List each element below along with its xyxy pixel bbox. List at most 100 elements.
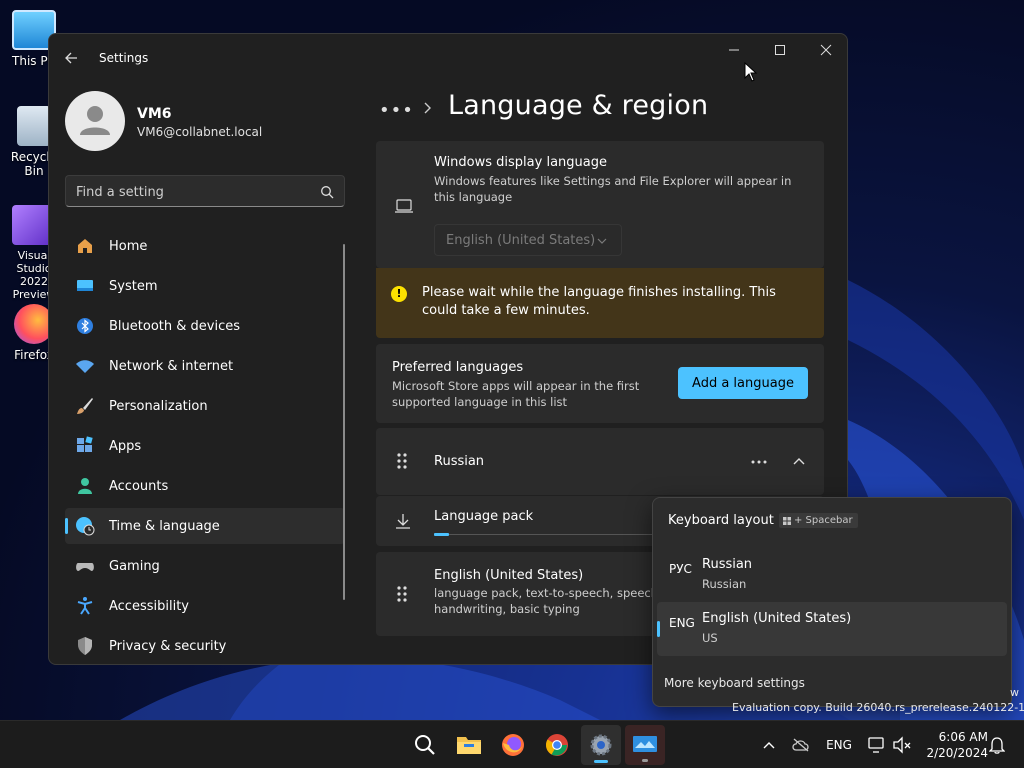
sidebar-item-label: Home	[109, 238, 148, 254]
sidebar-item-accounts[interactable]: Accounts	[65, 468, 345, 504]
layout-code: ENG	[669, 616, 695, 630]
shortcut-text: + Spacebar	[794, 515, 853, 526]
controller-icon	[76, 563, 94, 571]
sidebar-item-label: Apps	[109, 438, 142, 454]
chevron-up-icon	[763, 742, 775, 749]
language-features: language pack, text-to-speech, speech re	[434, 586, 674, 600]
sidebar-item-label: Accounts	[109, 478, 169, 494]
sidebar-item-home[interactable]: Home	[65, 228, 345, 264]
avatar[interactable]	[65, 91, 125, 151]
taskbar-remote-desktop[interactable]	[625, 725, 665, 765]
more-options-icon[interactable]	[751, 459, 767, 465]
remote-desktop-icon	[633, 736, 657, 752]
watermark-fragment: w	[1010, 686, 1019, 699]
onedrive-tray-button[interactable]	[789, 733, 813, 757]
layout-name: Russian	[702, 557, 753, 572]
layout-variant: US	[702, 631, 718, 645]
sidebar-item-time-language[interactable]: Time & language	[65, 508, 345, 544]
sidebar-item-label: Personalization	[109, 398, 208, 414]
mouse-cursor-icon	[744, 62, 758, 82]
layout-variant: Russian	[702, 577, 747, 591]
sidebar-item-apps[interactable]: Apps	[65, 428, 345, 464]
chevron-right-icon	[424, 102, 431, 114]
firefox-icon	[502, 734, 524, 756]
language-pack-progress-fill	[434, 533, 450, 536]
accessibility-icon	[77, 597, 93, 615]
drag-handle-icon[interactable]	[396, 452, 408, 470]
back-arrow-icon[interactable]	[61, 47, 83, 69]
drag-handle-icon[interactable]	[396, 585, 408, 603]
home-icon	[78, 239, 92, 253]
taskbar-chrome[interactable]	[537, 725, 577, 765]
sidebar-item-label: Gaming	[109, 558, 160, 574]
add-language-button[interactable]: Add a language	[678, 367, 808, 399]
display-language-value: English (United States)	[446, 233, 596, 248]
sidebar-item-label: Privacy & security	[109, 638, 227, 654]
notifications-button[interactable]	[985, 733, 1009, 757]
shortcut-hint: + Spacebar	[779, 513, 858, 528]
input-language-indicator[interactable]: ENG	[818, 735, 860, 755]
warning-text: Please wait while the language finishes …	[422, 285, 776, 318]
network-icon	[868, 737, 884, 753]
sidebar-item-personalization[interactable]: Personalization	[65, 388, 345, 424]
search-box	[65, 175, 345, 207]
maximize-button[interactable]	[757, 34, 803, 66]
sidebar-item-bluetooth[interactable]: Bluetooth & devices	[65, 308, 345, 344]
language-name: Russian	[434, 454, 485, 469]
minimize-icon	[729, 49, 739, 51]
layout-item-russian[interactable]: РУС Russian Russian	[657, 548, 1007, 602]
maximize-icon	[775, 45, 785, 55]
volume-muted-icon	[893, 736, 911, 754]
chevron-down-icon	[597, 238, 607, 244]
sidebar-item-label: Time & language	[109, 518, 220, 534]
brush-icon	[77, 398, 93, 414]
accounts-icon	[78, 478, 92, 494]
bluetooth-icon	[77, 318, 93, 334]
sidebar-scrollbar[interactable]	[343, 244, 345, 600]
layout-item-english[interactable]: ENG English (United States) US	[657, 602, 1007, 656]
taskbar-firefox[interactable]	[493, 725, 533, 765]
more-keyboard-settings-link[interactable]: More keyboard settings	[664, 676, 805, 690]
shield-icon	[78, 637, 92, 655]
taskbar-file-explorer[interactable]	[449, 725, 489, 765]
sidebar-item-privacy[interactable]: Privacy & security	[65, 628, 345, 664]
settings-icon	[590, 734, 612, 756]
breadcrumb-more-button[interactable]: •••	[379, 100, 414, 121]
network-tray-button[interactable]	[865, 733, 889, 757]
chrome-icon	[546, 734, 568, 756]
cloud-off-icon	[792, 738, 809, 752]
sidebar-item-accessibility[interactable]: Accessibility	[65, 588, 345, 624]
sidebar-item-system[interactable]: System	[65, 268, 345, 304]
sidebar-nav: Home System Bluetooth & devices Network …	[65, 228, 345, 664]
sidebar-item-gaming[interactable]: Gaming	[65, 548, 345, 584]
taskbar-settings[interactable]	[581, 725, 621, 765]
evaluation-watermark: Evaluation copy. Build 26040.rs_prerelea…	[732, 701, 1024, 714]
layout-name: English (United States)	[702, 611, 852, 626]
clock-time: 6:06 AM	[938, 730, 988, 744]
apps-icon	[77, 436, 93, 452]
download-icon	[396, 514, 410, 529]
keyboard-layout-flyout: Keyboard layout + Spacebar РУС Russian R…	[652, 497, 1012, 707]
display-language-title: Windows display language	[434, 155, 607, 170]
volume-tray-button[interactable]	[890, 733, 914, 757]
sidebar-item-label: System	[109, 278, 158, 294]
title-bar: Settings	[49, 34, 847, 82]
display-language-card: Windows display language Windows feature…	[376, 141, 824, 268]
window-title: Settings	[99, 51, 149, 65]
laptop-icon	[395, 199, 413, 213]
recycle-bin-icon	[17, 106, 51, 146]
install-warning-banner: ! Please wait while the language finishe…	[376, 268, 824, 338]
taskbar-clock[interactable]: 6:06 AM 2/20/2024	[918, 729, 988, 761]
show-hidden-icons-button[interactable]	[757, 733, 781, 757]
user-name: VM6	[137, 106, 172, 122]
sidebar-item-network[interactable]: Network & internet	[65, 348, 345, 384]
chevron-up-icon[interactable]	[792, 456, 806, 466]
search-icon[interactable]	[320, 185, 334, 199]
language-row-russian[interactable]: Russian	[376, 428, 824, 495]
taskbar-search-button[interactable]	[405, 725, 445, 765]
clock-date: 2/20/2024	[926, 746, 988, 760]
search-input[interactable]	[76, 182, 306, 202]
close-button[interactable]	[803, 34, 847, 66]
display-language-dropdown[interactable]: English (United States)	[434, 224, 622, 256]
close-icon	[820, 44, 832, 56]
